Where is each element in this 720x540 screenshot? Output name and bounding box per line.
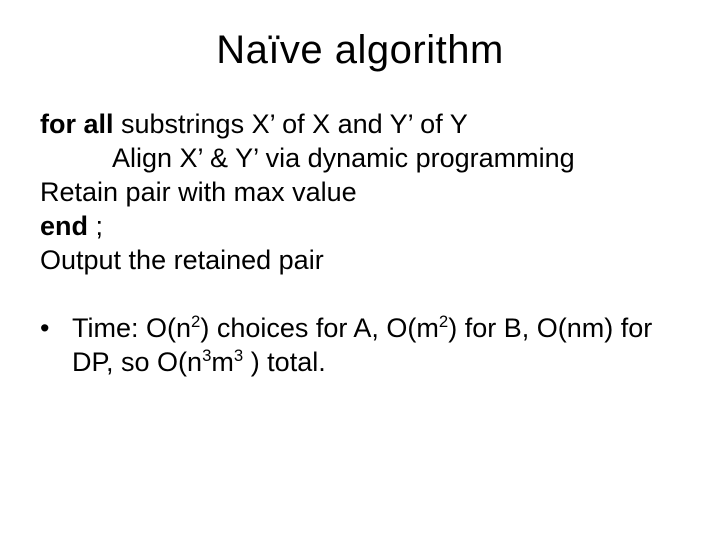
bt-7: m <box>211 347 234 377</box>
bt-sup-4: 3 <box>234 346 243 365</box>
body-line-4: end ; <box>40 209 680 243</box>
bt-sup-1: 2 <box>191 312 200 331</box>
body-line-5: Output the retained pair <box>40 243 680 277</box>
body-line-1-rest: substrings X’ of X and Y’ of Y <box>114 109 468 139</box>
bt-9: ) total. <box>243 347 326 377</box>
body-line-2: Align X’ & Y’ via dynamic programming <box>40 141 680 175</box>
slide-body: for all substrings X’ of X and Y’ of Y A… <box>40 107 680 277</box>
bullet-row: • Time: O(n2) choices for A, O(m2) for B… <box>40 311 680 379</box>
body-line-3: Retain pair with max value <box>40 175 680 209</box>
bt-3: ) choices for A, O(m <box>200 313 439 343</box>
bt-sup-2: 2 <box>439 312 448 331</box>
bullet-dot-icon: • <box>40 311 72 345</box>
slide-title: Naïve algorithm <box>40 28 680 73</box>
kw-for-all: for all <box>40 109 114 139</box>
kw-end: end <box>40 211 88 241</box>
bullet-text: Time: O(n2) choices for A, O(m2) for B, … <box>72 311 680 379</box>
body-line-1: for all substrings X’ of X and Y’ of Y <box>40 107 680 141</box>
slide: Naïve algorithm for all substrings X’ of… <box>0 0 720 540</box>
bt-1: Time: O(n <box>72 313 191 343</box>
bt-sup-3: 3 <box>202 346 211 365</box>
bullet-block: • Time: O(n2) choices for A, O(m2) for B… <box>40 311 680 379</box>
body-line-4-rest: ; <box>88 211 103 241</box>
